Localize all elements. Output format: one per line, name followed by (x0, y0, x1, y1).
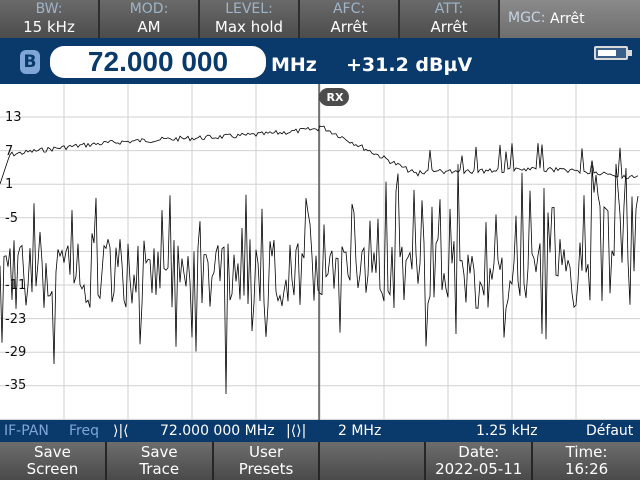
bandwidth-value: 15 kHz (23, 18, 75, 36)
parameter-bar: BW: 15 kHz MOD: AM LEVEL: Max hold AFC: … (0, 0, 640, 38)
attenuator-label: ATT: (434, 1, 464, 17)
y-label-minus11: -11 (5, 278, 27, 293)
bandwidth-param[interactable]: BW: 15 kHz (0, 0, 100, 38)
softkey-label: User (248, 443, 284, 461)
y-label-1: 1 (5, 177, 14, 192)
user-presets-button[interactable]: User Presets (213, 442, 321, 480)
softkey-label: Trace (139, 460, 180, 478)
softkey-bar: Save Screen Save Trace User Presets Date… (0, 442, 640, 480)
rx-marker[interactable]: RX (319, 88, 349, 106)
y-label-minus29: -29 (5, 345, 27, 360)
center-frequency-value: 72.000 000 MHz (160, 423, 275, 439)
info-bar: IF-PAN Freq ⟩|⟨ 72.000 000 MHz |⟨⟩| 2 MH… (0, 420, 640, 442)
level-label: LEVEL: (225, 1, 273, 17)
frequency-unit: MHz (271, 54, 317, 76)
mgc-param[interactable]: MGC: Arrêt (500, 0, 640, 38)
afc-param[interactable]: AFC: Arrêt (300, 0, 400, 38)
frequency-bar: B 72.000 000 MHz +31.2 dBµV (0, 38, 640, 84)
softkey-label: Time: (565, 443, 608, 461)
rx-marker-label: RX (327, 91, 344, 104)
level-readout: +31.2 dBµV (346, 54, 473, 76)
y-label-13: 13 (5, 110, 22, 125)
freq-label: Freq (69, 423, 99, 439)
mgc-value: Arrêt (550, 11, 585, 27)
modulation-value: AM (137, 18, 161, 36)
attenuator-value: Arrêt (430, 18, 468, 36)
softkey-label: Save (140, 443, 178, 461)
battery-icon (594, 46, 632, 60)
modulation-label: MOD: (129, 1, 169, 17)
save-trace-button[interactable]: Save Trace (106, 442, 214, 480)
y-label-minus35: -35 (5, 378, 27, 393)
step-value: 1.25 kHz (476, 423, 538, 439)
center-marker-icon: ⟩|⟨ (113, 423, 129, 439)
softkey-label: Screen (26, 460, 79, 478)
softkey-label: 16:26 (564, 460, 609, 478)
grid-lines (0, 84, 640, 420)
afc-value: Arrêt (330, 18, 368, 36)
bandwidth-label: BW: (35, 1, 63, 17)
attenuator-param[interactable]: ATT: Arrêt (400, 0, 500, 38)
softkey-label: Save (34, 443, 71, 461)
level-param[interactable]: LEVEL: Max hold (200, 0, 300, 38)
receiver-b-badge[interactable]: B (20, 50, 40, 74)
y-label-minus5: -5 (5, 211, 18, 226)
modulation-param[interactable]: MOD: AM (100, 0, 200, 38)
save-screen-button[interactable]: Save Screen (0, 442, 107, 480)
y-label-minus23: -23 (5, 312, 27, 327)
softkey-label: Presets (238, 460, 294, 478)
mode-label[interactable]: IF-PAN (4, 423, 49, 439)
softkey-label: Date: (458, 443, 500, 461)
softkey-label: 2022-05-11 (435, 460, 523, 478)
span-marker-icon: |⟨⟩| (286, 423, 307, 439)
span-value: 2 MHz (338, 423, 382, 439)
frequency-input[interactable]: 72.000 000 (50, 46, 266, 78)
spectrum-plot: RX (0, 84, 640, 420)
time-button[interactable]: Time: 16:26 (533, 442, 640, 480)
preset-value: Défaut (586, 423, 634, 439)
spectrum-display[interactable]: RX 13 7 1 -5 -11 -23 -29 -35 (0, 84, 640, 420)
afc-label: AFC: (332, 1, 366, 17)
y-label-7: 7 (5, 144, 14, 159)
empty-softkey[interactable] (320, 442, 427, 480)
date-button[interactable]: Date: 2022-05-11 (426, 442, 534, 480)
level-value: Max hold (214, 18, 284, 36)
